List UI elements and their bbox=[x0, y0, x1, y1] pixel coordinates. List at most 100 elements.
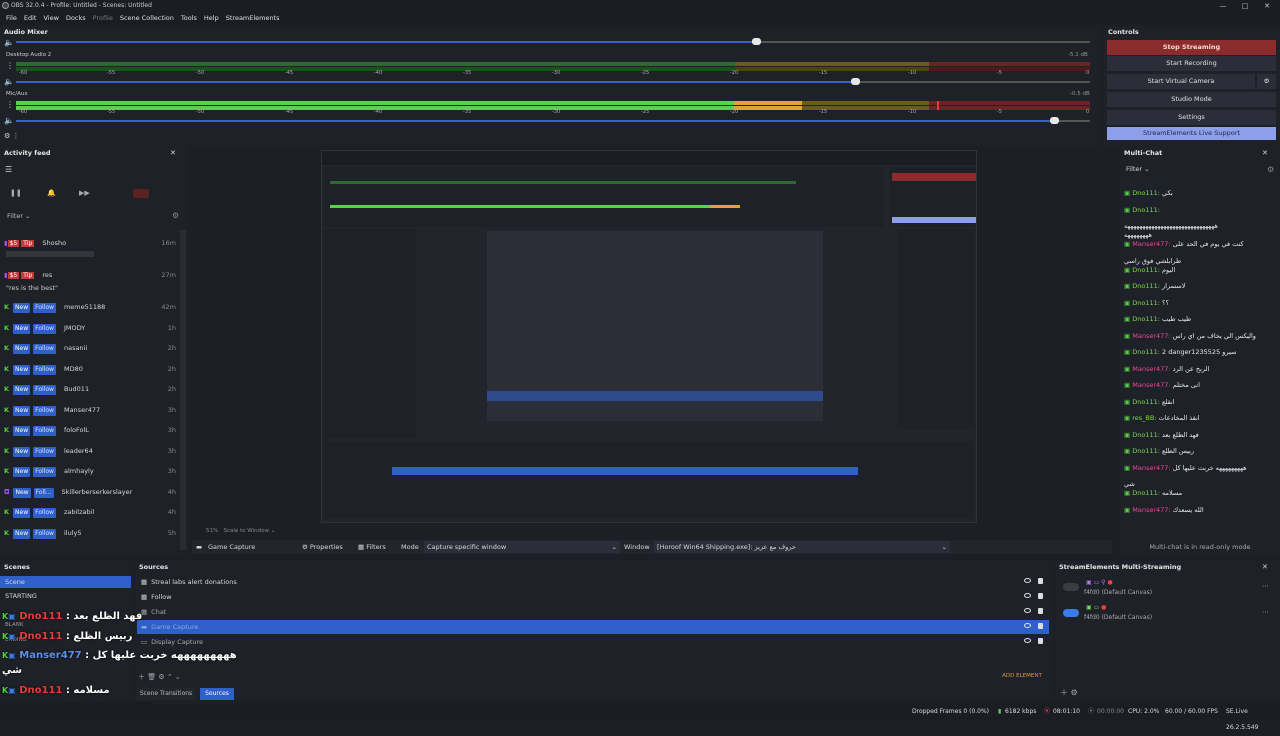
visibility-eye-icon[interactable] bbox=[1024, 578, 1031, 583]
menu-help[interactable]: Help bbox=[204, 12, 219, 24]
filters-button[interactable]: ▦ Filters bbox=[358, 540, 386, 554]
add-output-icon[interactable]: ＋ ⚙ bbox=[1060, 687, 1078, 698]
speaker-icon[interactable]: 🔈 bbox=[4, 116, 14, 125]
channel-menu-icon[interactable]: ⋮ bbox=[6, 61, 14, 70]
visibility-eye-icon[interactable] bbox=[1024, 623, 1031, 628]
streamelements-live-support-button[interactable]: StreamElements Live Support bbox=[1107, 127, 1276, 140]
kick-icon: ▣ bbox=[1124, 348, 1131, 356]
menu-file[interactable]: File bbox=[6, 12, 17, 24]
menu-streamelements[interactable]: StreamElements bbox=[226, 12, 280, 24]
scene-item[interactable]: Scene bbox=[0, 576, 131, 588]
source-toolbar[interactable]: ＋ 🗑 ⚙ ⌃ ⌄ bbox=[138, 672, 181, 682]
cpu-usage: CPU: 2.0% bbox=[1128, 708, 1160, 715]
mode-select[interactable]: Capture specific window ⌄ bbox=[424, 541, 620, 553]
settings-button[interactable]: Settings bbox=[1107, 110, 1276, 125]
scene-item[interactable]: STARTING bbox=[5, 592, 37, 600]
volume-slider-2[interactable] bbox=[16, 81, 856, 83]
menu-profile[interactable]: Profile bbox=[93, 12, 113, 24]
menu-view[interactable]: View bbox=[43, 12, 58, 24]
properties-button[interactable]: ⚙ Properties bbox=[302, 540, 343, 554]
start-virtual-camera-button[interactable]: Start Virtual Camera bbox=[1107, 74, 1255, 89]
output-toggle-off[interactable] bbox=[1063, 583, 1079, 591]
menu-docks[interactable]: Docks bbox=[66, 12, 86, 24]
chat-filter-dropdown[interactable]: Filter ⌄ bbox=[1126, 165, 1150, 173]
volume-slider-1[interactable] bbox=[16, 41, 758, 43]
pause-icon[interactable]: ❚❚ bbox=[10, 189, 22, 197]
chat-badge-icon: ▣ bbox=[8, 686, 16, 695]
skip-icon[interactable]: ▶▶ bbox=[79, 189, 90, 197]
follow-row: K New Follow iluly5 5h bbox=[4, 526, 180, 540]
chat-text: طرابلشي فوق راسي bbox=[1124, 256, 1182, 265]
menu-scene-collection[interactable]: Scene Collection bbox=[120, 12, 174, 24]
lock-icon[interactable] bbox=[1038, 578, 1043, 584]
lock-icon[interactable] bbox=[1038, 608, 1043, 614]
hamburger-icon[interactable]: ☰ bbox=[5, 165, 12, 174]
window-select[interactable]: [Horoof Win64 Shipping.exe]: حروف مع عزي… bbox=[654, 541, 950, 553]
speaker-icon[interactable]: 🔈 bbox=[4, 38, 14, 47]
tab-scene-transitions[interactable]: Scene Transitions bbox=[137, 688, 195, 700]
filter-dropdown[interactable]: Filter ⌄ bbox=[7, 212, 31, 220]
source-item-selected[interactable]: ▬ Game Capture bbox=[137, 620, 1049, 634]
virtual-camera-gear-icon[interactable]: ⚙ bbox=[1257, 74, 1276, 89]
follow-badge: Follow bbox=[33, 446, 56, 457]
source-item[interactable]: ▭ Display Capture bbox=[137, 635, 1049, 649]
volume-knob-1[interactable] bbox=[752, 38, 761, 45]
more-icon[interactable]: ⋯ bbox=[1262, 608, 1269, 616]
mixer-settings-icon[interactable]: ⚙ ⋮ bbox=[4, 132, 20, 140]
source-item[interactable]: ▦ Follow bbox=[137, 590, 1049, 604]
visibility-eye-icon[interactable] bbox=[1024, 638, 1031, 643]
bell-icon[interactable]: 🔔 bbox=[47, 189, 56, 197]
visibility-eye-icon[interactable] bbox=[1024, 608, 1031, 613]
tip-row: ▮ $5 Tip res 27m bbox=[4, 271, 176, 279]
chat-username: Dno111 bbox=[1132, 282, 1158, 290]
source-item[interactable]: ▦ Streal labs alert donations bbox=[137, 575, 1049, 589]
kick-icon: ▣ bbox=[1124, 331, 1131, 340]
preview-canvas[interactable] bbox=[321, 150, 977, 523]
close-button[interactable]: ✕ bbox=[1256, 0, 1278, 12]
volume-slider-3[interactable] bbox=[16, 120, 1056, 122]
feed-scrollbar[interactable] bbox=[180, 230, 186, 550]
chat-message: ▣ Dno111: ربيس الظلع bbox=[1124, 447, 1195, 455]
output-toggle-on[interactable] bbox=[1063, 609, 1079, 617]
window-label: Window bbox=[624, 543, 650, 551]
more-icon[interactable]: ⋯ bbox=[1262, 582, 1269, 590]
new-badge: New bbox=[13, 446, 31, 457]
visibility-eye-icon[interactable] bbox=[1024, 593, 1031, 598]
maximize-button[interactable]: □ bbox=[1234, 0, 1256, 12]
gear-icon[interactable]: ⚙ bbox=[172, 211, 179, 220]
scale-mode[interactable]: Scale to Window bbox=[223, 528, 269, 534]
menu-edit[interactable]: Edit bbox=[24, 12, 37, 24]
alert-toggle[interactable] bbox=[133, 189, 149, 198]
minimize-button[interactable]: — bbox=[1212, 0, 1234, 12]
lock-icon[interactable] bbox=[1038, 593, 1043, 599]
lock-icon[interactable] bbox=[1038, 623, 1043, 629]
follow-badge: Follow bbox=[33, 528, 56, 539]
gear-icon[interactable]: ⚙ bbox=[1267, 165, 1274, 174]
close-icon[interactable]: ✕ bbox=[1262, 149, 1268, 157]
chat-message: ههههههههه bbox=[1124, 231, 1276, 240]
follow-row: K New Follow Manser477 3h bbox=[4, 403, 180, 417]
channel-db-mic-aux: -0.5 dB bbox=[1070, 91, 1090, 97]
lock-icon[interactable] bbox=[1038, 638, 1043, 644]
close-icon[interactable]: ✕ bbox=[170, 149, 176, 157]
studio-mode-button[interactable]: Studio Mode bbox=[1107, 92, 1276, 107]
follow-time: 5h bbox=[167, 528, 176, 537]
follower-name: zabilzabil bbox=[63, 508, 95, 516]
close-icon[interactable]: ✕ bbox=[1262, 563, 1268, 571]
kick-icon: ▣ bbox=[1124, 505, 1131, 514]
version: SE.Live 26.2.5.549 bbox=[1226, 708, 1259, 731]
kick-icon: ▣ bbox=[1124, 447, 1131, 455]
menu-tools[interactable]: Tools bbox=[181, 12, 197, 24]
volume-knob-2[interactable] bbox=[851, 78, 860, 85]
tab-sources[interactable]: Sources bbox=[200, 688, 234, 700]
stop-streaming-button[interactable]: Stop Streaming bbox=[1107, 40, 1276, 55]
chat-username: Manser477 bbox=[1132, 505, 1169, 514]
add-element-button[interactable]: ADD ELEMENT bbox=[997, 671, 1047, 682]
channel-menu-icon[interactable]: ⋮ bbox=[6, 100, 14, 109]
speaker-icon[interactable]: 🔈 bbox=[4, 77, 14, 86]
source-item[interactable]: ▦ Chat bbox=[137, 605, 1049, 619]
start-recording-button[interactable]: Start Recording bbox=[1107, 56, 1276, 71]
zoom-level: 51% bbox=[206, 528, 219, 534]
follow-badge: Follow bbox=[33, 303, 56, 313]
volume-knob-3[interactable] bbox=[1050, 117, 1059, 124]
